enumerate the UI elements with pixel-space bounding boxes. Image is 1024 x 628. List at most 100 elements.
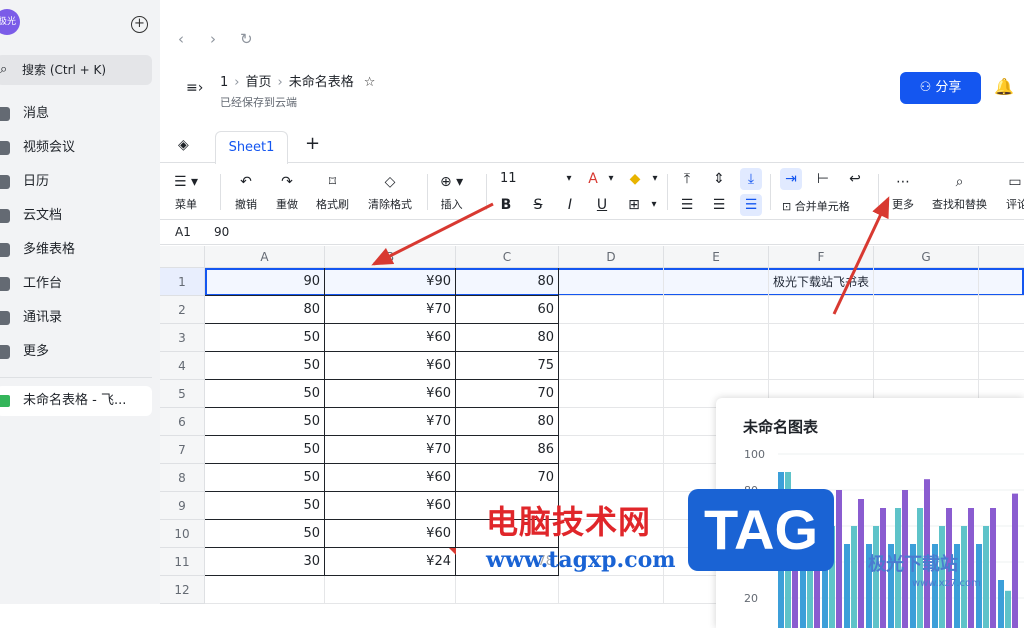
row-header[interactable]: 7	[160, 436, 205, 464]
font-color-chevron-icon[interactable]: ▾	[600, 168, 622, 190]
table-cell[interactable]: ¥70	[325, 408, 456, 436]
table-cell[interactable]	[979, 296, 1024, 324]
align-left-icon[interactable]: ☰	[676, 194, 698, 216]
table-cell[interactable]: ¥60	[325, 352, 456, 380]
align-middle-icon[interactable]: ⇕	[708, 168, 730, 190]
row-header[interactable]: 12	[160, 576, 205, 604]
fill-color-icon[interactable]: ◆	[624, 168, 646, 190]
share-button[interactable]: ⚇ 分享	[900, 72, 981, 104]
table-cell[interactable]: 80	[456, 324, 559, 352]
font-size-select[interactable]: 11	[500, 171, 517, 186]
column-header[interactable]: B	[325, 246, 456, 268]
search-input[interactable]: ⌕ 搜索 (Ctrl + K)	[0, 55, 152, 85]
avatar[interactable]: 极光	[0, 9, 20, 35]
row-header[interactable]: 10	[160, 520, 205, 548]
tab-sheet1[interactable]: Sheet1	[215, 131, 288, 164]
table-cell[interactable]	[769, 352, 874, 380]
table-cell[interactable]	[769, 296, 874, 324]
column-header[interactable]: F	[769, 246, 874, 268]
table-cell[interactable]: 75	[456, 352, 559, 380]
collapse-sidebar-icon[interactable]: ≡›	[186, 80, 203, 96]
sidebar-item-more[interactable]: 更多	[0, 338, 152, 366]
table-cell[interactable]: ¥90	[325, 268, 456, 296]
merge-cells-button[interactable]: ⊡ 合并单元格	[782, 198, 850, 214]
sidebar-item-workplace[interactable]: 工作台	[0, 270, 152, 298]
add-sheet-icon[interactable]: +	[305, 133, 320, 154]
fill-color-chevron-icon[interactable]: ▾	[644, 168, 666, 190]
table-cell[interactable]	[456, 492, 559, 520]
table-cell[interactable]	[664, 268, 769, 296]
table-cell[interactable]	[559, 296, 664, 324]
wrap-text-icon[interactable]: ↩	[844, 168, 866, 190]
table-cell[interactable]: 80	[205, 296, 325, 324]
chart-panel[interactable]: 未命名图表 100 80 60 40 20	[716, 398, 1024, 628]
table-cell[interactable]	[456, 576, 559, 604]
layers-icon[interactable]: ◈	[178, 137, 189, 153]
wrap-overflow-icon[interactable]: ⇥	[780, 168, 802, 190]
table-cell[interactable]	[769, 268, 874, 296]
table-cell[interactable]: 50	[205, 408, 325, 436]
table-cell[interactable]: 50	[205, 324, 325, 352]
more-button[interactable]: ⋯ 更多	[892, 172, 914, 212]
border-chevron-icon[interactable]: ▾	[643, 194, 665, 216]
table-cell[interactable]	[559, 464, 664, 492]
table-cell[interactable]	[769, 324, 874, 352]
row-header[interactable]: 9	[160, 492, 205, 520]
italic-icon[interactable]: I	[559, 194, 581, 216]
table-cell[interactable]: ¥60	[325, 324, 456, 352]
table-cell[interactable]	[559, 576, 664, 604]
column-header[interactable]: C	[456, 246, 559, 268]
strikethrough-icon[interactable]: S	[527, 194, 549, 216]
formula-bar[interactable]: A1 90	[160, 221, 1024, 245]
bold-icon[interactable]: B	[495, 194, 517, 216]
row-header[interactable]: 8	[160, 464, 205, 492]
table-cell[interactable]: 50	[205, 464, 325, 492]
table-cell[interactable]	[664, 352, 769, 380]
column-header[interactable]: D	[559, 246, 664, 268]
undo-button[interactable]: ↶ 撤销	[235, 172, 257, 212]
row-header[interactable]: 5	[160, 380, 205, 408]
table-cell[interactable]	[205, 576, 325, 604]
find-replace-button[interactable]: ⌕ 查找和替换	[932, 172, 987, 212]
table-cell[interactable]	[559, 408, 664, 436]
row-header[interactable]: 4	[160, 352, 205, 380]
table-cell[interactable]: 50	[205, 520, 325, 548]
sidebar-item-calendar[interactable]: 日历	[0, 168, 152, 196]
sidebar-item-contacts[interactable]: 通讯录	[0, 304, 152, 332]
table-cell[interactable]: 70	[456, 464, 559, 492]
table-cell[interactable]: ¥70	[325, 296, 456, 324]
star-icon[interactable]: ☆	[364, 75, 376, 90]
font-size-chevron-icon[interactable]: ▾	[558, 168, 580, 190]
refresh-icon[interactable]: ↻	[240, 30, 253, 48]
column-header[interactable]: A	[205, 246, 325, 268]
page-title[interactable]: 未命名表格	[289, 75, 354, 90]
wrap-clip-icon[interactable]: ⊢	[812, 168, 834, 190]
table-cell[interactable]: 86	[456, 436, 559, 464]
sidebar-item-messages[interactable]: 消息	[0, 100, 152, 128]
forward-icon[interactable]: ›	[210, 30, 216, 48]
breadcrumb-home[interactable]: 首页	[245, 75, 271, 90]
table-cell[interactable]	[874, 324, 979, 352]
row-header[interactable]: 6	[160, 408, 205, 436]
table-cell[interactable]: 80	[456, 268, 559, 296]
format-painter-button[interactable]: ⌑ 格式刷	[316, 172, 349, 212]
insert-button[interactable]: ⊕ ▾ 插入	[440, 172, 463, 212]
table-cell[interactable]	[979, 268, 1024, 296]
table-cell[interactable]	[325, 576, 456, 604]
table-cell[interactable]: 50	[205, 380, 325, 408]
table-cell[interactable]: 50	[205, 436, 325, 464]
cell-reference[interactable]: A1	[175, 225, 191, 239]
underline-icon[interactable]: U	[591, 194, 613, 216]
table-cell[interactable]	[664, 324, 769, 352]
table-cell[interactable]	[874, 268, 979, 296]
back-icon[interactable]: ‹	[178, 30, 184, 48]
redo-button[interactable]: ↷ 重做	[276, 172, 298, 212]
breadcrumb-root[interactable]: 1	[220, 75, 228, 90]
select-all-corner[interactable]	[160, 246, 205, 268]
table-cell[interactable]	[559, 520, 664, 548]
align-top-icon[interactable]: ⤒	[676, 168, 698, 190]
table-cell[interactable]: 50	[205, 352, 325, 380]
table-cell[interactable]: ¥60	[325, 492, 456, 520]
column-header[interactable]	[979, 246, 1024, 268]
table-cell[interactable]	[559, 324, 664, 352]
